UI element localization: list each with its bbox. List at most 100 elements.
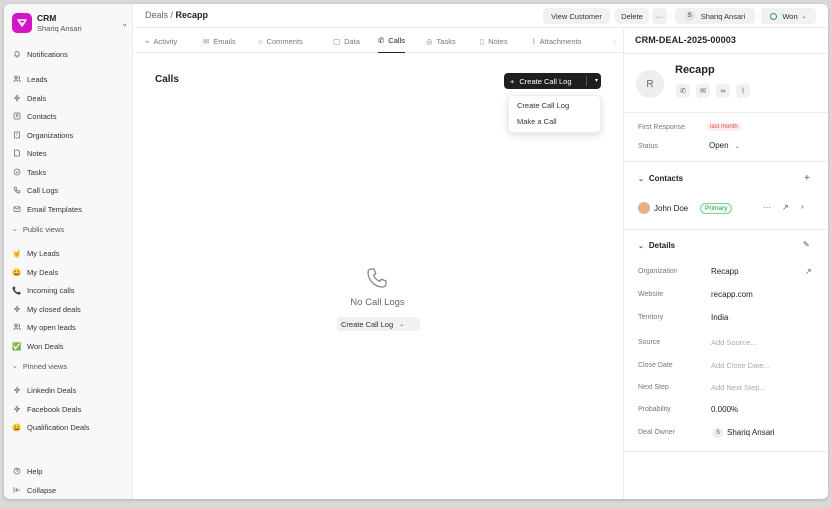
- sidebar-item-facebook-deals[interactable]: Facebook Deals: [12, 401, 128, 417]
- button-label: Create Call Log: [519, 76, 572, 86]
- sidebar-item-label: Notes: [27, 148, 47, 158]
- status-dropdown[interactable]: Open ⌄: [709, 141, 740, 150]
- email-icon: ✉: [700, 88, 706, 95]
- details-section-toggle[interactable]: ⌄ Details: [638, 241, 675, 250]
- next-step-field[interactable]: Add Next Step...: [711, 383, 766, 392]
- calls-heading: Calls: [155, 74, 179, 85]
- empty-create-call-log-button[interactable]: Create Call Log ⌄: [337, 317, 420, 331]
- deal-owner-dropdown[interactable]: S Shariq Ansari: [675, 8, 755, 24]
- public-views-toggle[interactable]: ⌄ Public views: [12, 222, 64, 236]
- sidebar-item-organizations[interactable]: Organizations: [12, 127, 128, 143]
- tab-label: Calls: [388, 36, 405, 45]
- tab-emails[interactable]: ✉ Emails: [203, 29, 236, 53]
- sidebar-item-leads[interactable]: Leads: [12, 71, 128, 87]
- tab-comments[interactable]: ○ Comments: [258, 29, 303, 53]
- tab-activity[interactable]: ⌁ Activity: [145, 29, 177, 53]
- open-external-icon[interactable]: ↗: [782, 203, 789, 212]
- territory-field[interactable]: India: [711, 313, 728, 322]
- source-field[interactable]: Add Source...: [711, 338, 756, 347]
- sidebar-item-email-templates[interactable]: Email Templates: [12, 201, 128, 217]
- menu-item-make-a-call[interactable]: Make a Call: [517, 117, 557, 126]
- organization-value[interactable]: Recapp: [711, 267, 739, 276]
- create-call-log-button[interactable]: + Create Call Log ▾: [504, 73, 601, 89]
- brand-switcher[interactable]: CRM Shariq Ansari ⌄: [12, 10, 128, 36]
- pinned-views-toggle[interactable]: ⌄ Pinned views: [12, 359, 67, 373]
- email-action-button[interactable]: ✉: [696, 84, 710, 98]
- sidebar-item-deals[interactable]: Deals: [12, 90, 128, 106]
- sidebar-item-won-deals[interactable]: ✅ Won Deals: [12, 338, 128, 354]
- tab-label: Activity: [153, 36, 178, 46]
- status-dot-icon: [770, 12, 778, 20]
- tasks-icon: ◎: [426, 36, 433, 46]
- deal-status-dropdown[interactable]: Won ⌄: [761, 8, 816, 24]
- sidebar-item-qualification-deals[interactable]: 😀 Qualification Deals: [12, 419, 128, 435]
- sidebar-item-my-closed-deals[interactable]: My closed deals: [12, 301, 128, 317]
- more-options-button[interactable]: ···: [652, 8, 667, 24]
- deal-owner-field[interactable]: Shariq Ansari: [727, 428, 775, 437]
- tab-attachments[interactable]: ⌇ Attachments: [532, 29, 581, 53]
- probability-field[interactable]: 0.000%: [711, 405, 738, 414]
- link-action-button[interactable]: ∞: [716, 84, 730, 98]
- divider: [624, 451, 828, 452]
- open-external-icon[interactable]: ↗: [805, 267, 812, 276]
- tab-whatsapp[interactable]: ◌: [612, 29, 620, 53]
- sidebar-item-my-open-leads[interactable]: My open leads: [12, 319, 128, 335]
- sidebar-item-tasks[interactable]: Tasks: [12, 164, 128, 180]
- more-options-icon[interactable]: ···: [763, 203, 771, 212]
- sidebar-item-help[interactable]: Help: [12, 463, 128, 479]
- tab-data[interactable]: ▢ Data: [333, 29, 360, 53]
- sidebar-item-my-deals[interactable]: 😀 My Deals: [12, 264, 128, 280]
- sidebar-item-label: Qualification Deals: [27, 422, 90, 432]
- call-action-button[interactable]: ✆: [676, 84, 690, 98]
- chevron-down-icon[interactable]: ▾: [595, 77, 598, 84]
- paperclip-icon: ⌇: [532, 36, 536, 46]
- contact-avatar: [638, 202, 650, 214]
- contacts-icon: [12, 112, 22, 120]
- field-label: Close Date: [638, 362, 673, 369]
- sidebar-item-label: Notifications: [27, 49, 68, 59]
- menu-item-create-call-log[interactable]: Create Call Log: [517, 101, 569, 110]
- chevron-right-icon[interactable]: ›: [801, 202, 804, 211]
- add-contact-icon[interactable]: +: [804, 173, 810, 184]
- brand-title: CRM: [37, 12, 57, 23]
- contacts-section-toggle[interactable]: ⌄ Contacts: [638, 174, 683, 183]
- sidebar-item-notifications[interactable]: Notifications: [12, 46, 128, 62]
- plus-icon: +: [510, 76, 515, 86]
- breadcrumb: Deals / Recapp: [145, 10, 208, 20]
- first-response-badge: last month: [707, 123, 741, 131]
- sidebar-item-incoming-calls[interactable]: 📞 Incoming calls: [12, 282, 128, 298]
- sidebar-item-label: Tasks: [27, 167, 47, 177]
- tab-label: Tasks: [436, 36, 456, 46]
- field-label: Source: [638, 339, 661, 346]
- sidebar-item-notes[interactable]: Notes: [12, 145, 128, 161]
- owner-name: Shariq Ansari: [700, 11, 746, 21]
- sidebar-item-linkedin-deals[interactable]: Linkedin Deals: [12, 382, 128, 398]
- field-label: Territory: [638, 314, 664, 321]
- sidebar-item-collapse[interactable]: Collapse: [12, 482, 128, 498]
- leads-icon: [12, 75, 22, 83]
- deal-avatar[interactable]: R: [636, 70, 664, 98]
- sidebar-item-my-leads[interactable]: 🤘 My Leads: [12, 245, 128, 261]
- breadcrumb-deals-link[interactable]: Deals: [145, 10, 168, 20]
- view-customer-button[interactable]: View Customer: [543, 8, 610, 24]
- divider: [624, 53, 828, 54]
- sidebar-item-label: Incoming calls: [27, 285, 75, 295]
- chevron-updown-icon: ⌄: [121, 18, 128, 28]
- sidebar-item-contacts[interactable]: Contacts: [12, 108, 128, 124]
- tab-tasks[interactable]: ◎ Tasks: [426, 29, 456, 53]
- tab-calls[interactable]: ✆ Calls: [378, 29, 405, 53]
- phone-icon: [366, 267, 388, 291]
- telephone-emoji-icon: 📞: [12, 285, 22, 295]
- attach-action-button[interactable]: ⌇: [736, 84, 750, 98]
- close-date-field[interactable]: Add Close Date...: [711, 361, 770, 370]
- tab-notes[interactable]: ▯ Notes: [480, 29, 508, 53]
- sidebar-item-call-logs[interactable]: Call Logs: [12, 182, 128, 198]
- deal-id: CRM-DEAL-2025-00003: [635, 35, 736, 45]
- phone-icon: ✆: [680, 88, 686, 95]
- edit-icon[interactable]: ✎: [803, 240, 810, 249]
- section-label: Pinned views: [22, 361, 68, 371]
- delete-button[interactable]: Delete: [615, 8, 649, 24]
- chevron-down-icon: ⌄: [12, 226, 18, 233]
- contact-name[interactable]: John Doe: [654, 204, 688, 213]
- website-field[interactable]: recapp.com: [711, 290, 753, 299]
